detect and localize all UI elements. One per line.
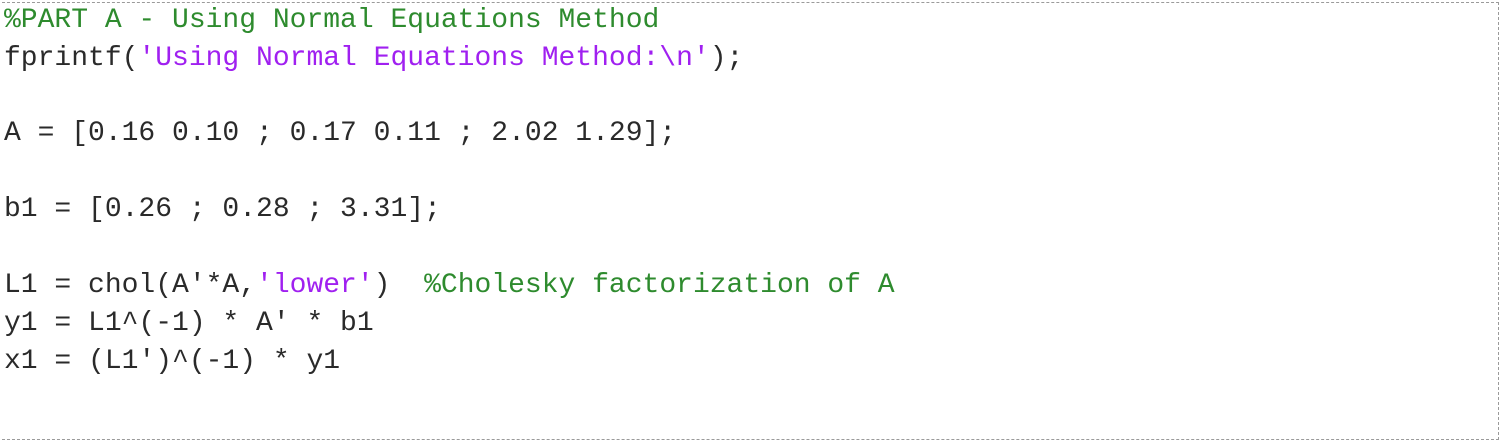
code-line-vector-b1[interactable]: b1 = [0.26 ; 0.28 ; 3.31]; [4,193,441,227]
code-text: fprintf( [4,43,139,74]
code-text: L1 = chol(A'*A, [4,270,257,301]
code-line-x1[interactable]: x1 = (L1')^(-1) * y1 [4,345,340,379]
code-text: A = [0.16 0.10 ; 0.17 0.11 ; 2.02 1.29]; [4,118,677,149]
code-text: b1 = [0.26 ; 0.28 ; 3.31]; [4,194,441,225]
string-literal: 'lower' [256,270,374,301]
code-text: y1 = L1^(-1) * A' * b1 [4,308,374,339]
code-line-y1[interactable]: y1 = L1^(-1) * A' * b1 [4,307,374,341]
comment-text: %Cholesky factorization of A [424,270,895,301]
code-editor[interactable]: %PART A - Using Normal Equations Method … [2,2,1499,440]
code-line-cholesky[interactable]: L1 = chol(A'*A,'lower') %Cholesky factor… [4,269,895,303]
code-line-comment-header[interactable]: %PART A - Using Normal Equations Method [4,4,659,38]
string-literal: 'Using Normal Equations Method:\n' [138,43,710,74]
code-text: x1 = (L1')^(-1) * y1 [4,346,341,377]
comment-text: %PART A - Using Normal Equations Method [4,5,660,36]
code-line-fprintf[interactable]: fprintf('Using Normal Equations Method:\… [4,42,743,76]
code-text: ); [709,43,744,74]
code-line-matrix-a[interactable]: A = [0.16 0.10 ; 0.17 0.11 ; 2.02 1.29]; [4,117,676,151]
code-text: ) [373,270,425,301]
